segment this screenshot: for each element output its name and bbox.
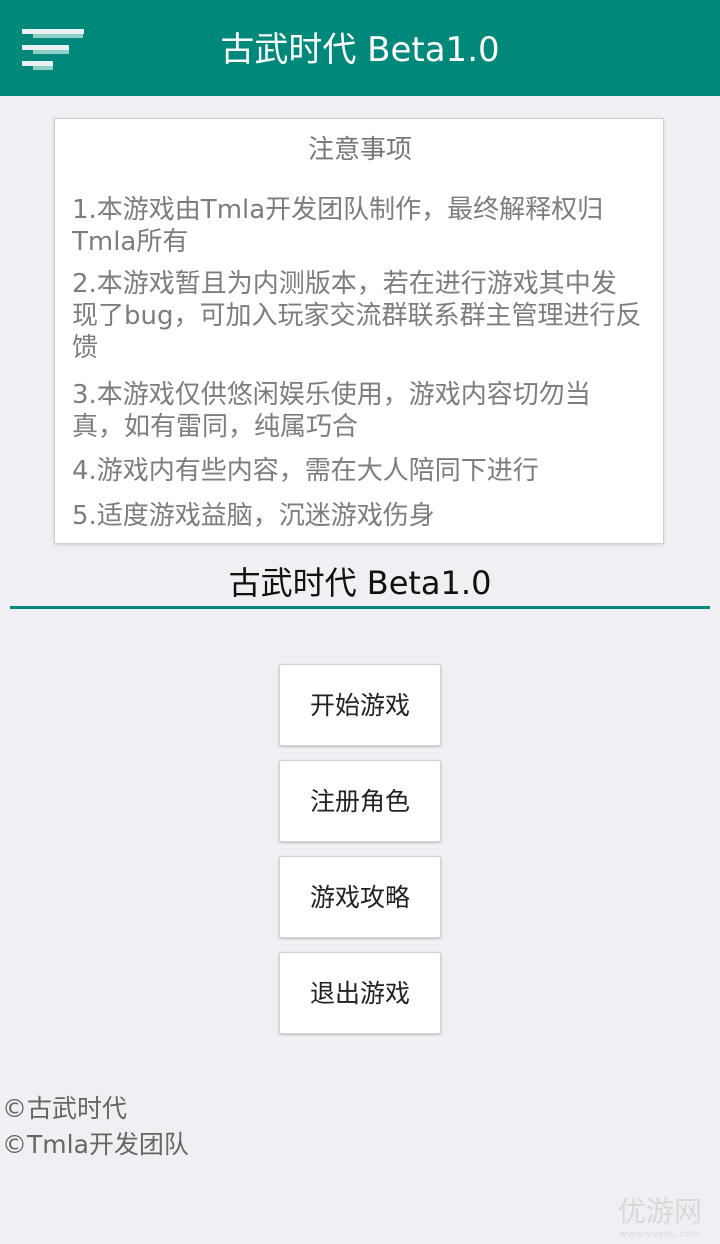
game-guide-button[interactable]: 游戏攻略 xyxy=(279,856,441,938)
register-character-button[interactable]: 注册角色 xyxy=(279,760,441,842)
section-divider xyxy=(10,606,710,609)
notice-item-2: 2.本游戏暂且为内测版本，若在进行游戏其中发现了bug，可加入玩家交流群联系群主… xyxy=(72,269,642,363)
hamburger-menu-icon[interactable] xyxy=(22,26,92,70)
hamburger-menu-icon-svg xyxy=(22,29,84,70)
watermark-url-text: www.yoyou.com xyxy=(619,1229,701,1240)
watermark-logo-svg: 优游网 www.yoyou.com xyxy=(618,1195,702,1240)
notice-title: 注意事项 xyxy=(307,135,412,165)
watermark-text: 优游网 xyxy=(618,1195,702,1228)
notice-item-5: 5.适度游戏益脑，沉迷游戏伤身 xyxy=(72,501,435,531)
start-game-button[interactable]: 开始游戏 xyxy=(279,664,441,746)
app-title: 古武时代 Beta1.0 xyxy=(220,30,500,70)
watermark-logo: 优游网 www.yoyou.com xyxy=(610,1192,710,1240)
section-title: 古武时代 Beta1.0 xyxy=(228,564,492,602)
notice-item-4: 4.游戏内有些内容，需在大人陪同下进行 xyxy=(72,456,539,486)
notice-item-1: 1.本游戏由Tmla开发团队制作，最终解释权归Tmla所有 xyxy=(72,195,604,257)
app-bar: 古武时代 Beta1.0 xyxy=(0,0,720,96)
notice-item-3: 3.本游戏仅供悠闲娱乐使用，游戏内容切勿当真，如有雷同，纯属巧合 xyxy=(72,380,591,442)
exit-game-button[interactable]: 退出游戏 xyxy=(279,952,441,1034)
footer-copyright-team: ©Tmla开发团队 xyxy=(2,1130,189,1159)
footer-copyright-game: ©古武时代 xyxy=(2,1094,128,1123)
